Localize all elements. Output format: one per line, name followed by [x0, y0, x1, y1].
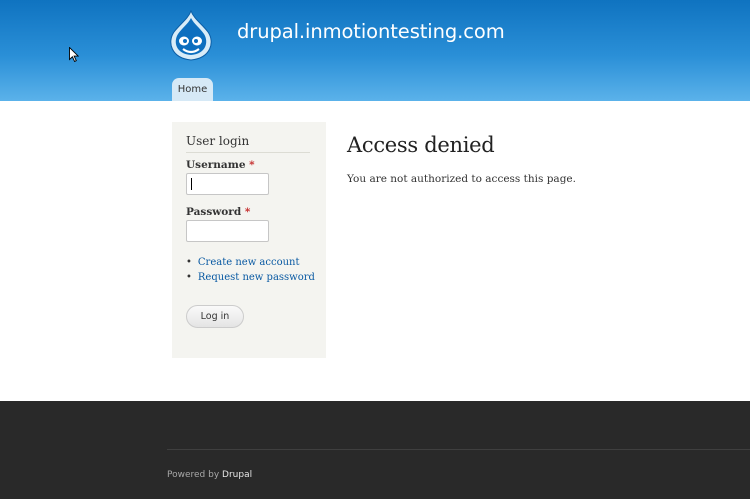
site-footer: Powered by Drupal [0, 401, 750, 499]
required-marker: * [244, 206, 251, 218]
login-button[interactable]: Log in [186, 305, 244, 328]
username-input[interactable] [186, 173, 269, 195]
login-links: Create new account Request new password [186, 255, 315, 285]
block-title: User login [186, 134, 310, 153]
required-marker: * [249, 159, 255, 171]
password-label: Password * [186, 206, 250, 218]
username-label: Username * [186, 159, 255, 171]
tab-home[interactable]: Home [172, 78, 213, 101]
request-password-link[interactable]: Request new password [186, 270, 315, 285]
username-label-text: Username [186, 159, 246, 171]
drupal-link[interactable]: Drupal [222, 470, 252, 480]
text-caret [191, 178, 192, 190]
access-denied-message: You are not authorized to access this pa… [347, 173, 576, 185]
site-header: drupal.inmotiontesting.com Home [0, 0, 750, 101]
password-label-text: Password [186, 206, 242, 218]
site-name[interactable]: drupal.inmotiontesting.com [237, 20, 505, 43]
footer-divider [167, 449, 750, 450]
drupal-drop-logo-icon[interactable] [168, 10, 214, 62]
user-login-block: User login Username * Password * Create … [172, 122, 326, 358]
powered-by: Powered by Drupal [167, 470, 252, 480]
powered-by-text: Powered by [167, 470, 220, 480]
mouse-cursor-icon [69, 47, 79, 62]
page-title: Access denied [347, 133, 495, 157]
password-input[interactable] [186, 220, 269, 242]
create-account-link[interactable]: Create new account [186, 255, 315, 270]
